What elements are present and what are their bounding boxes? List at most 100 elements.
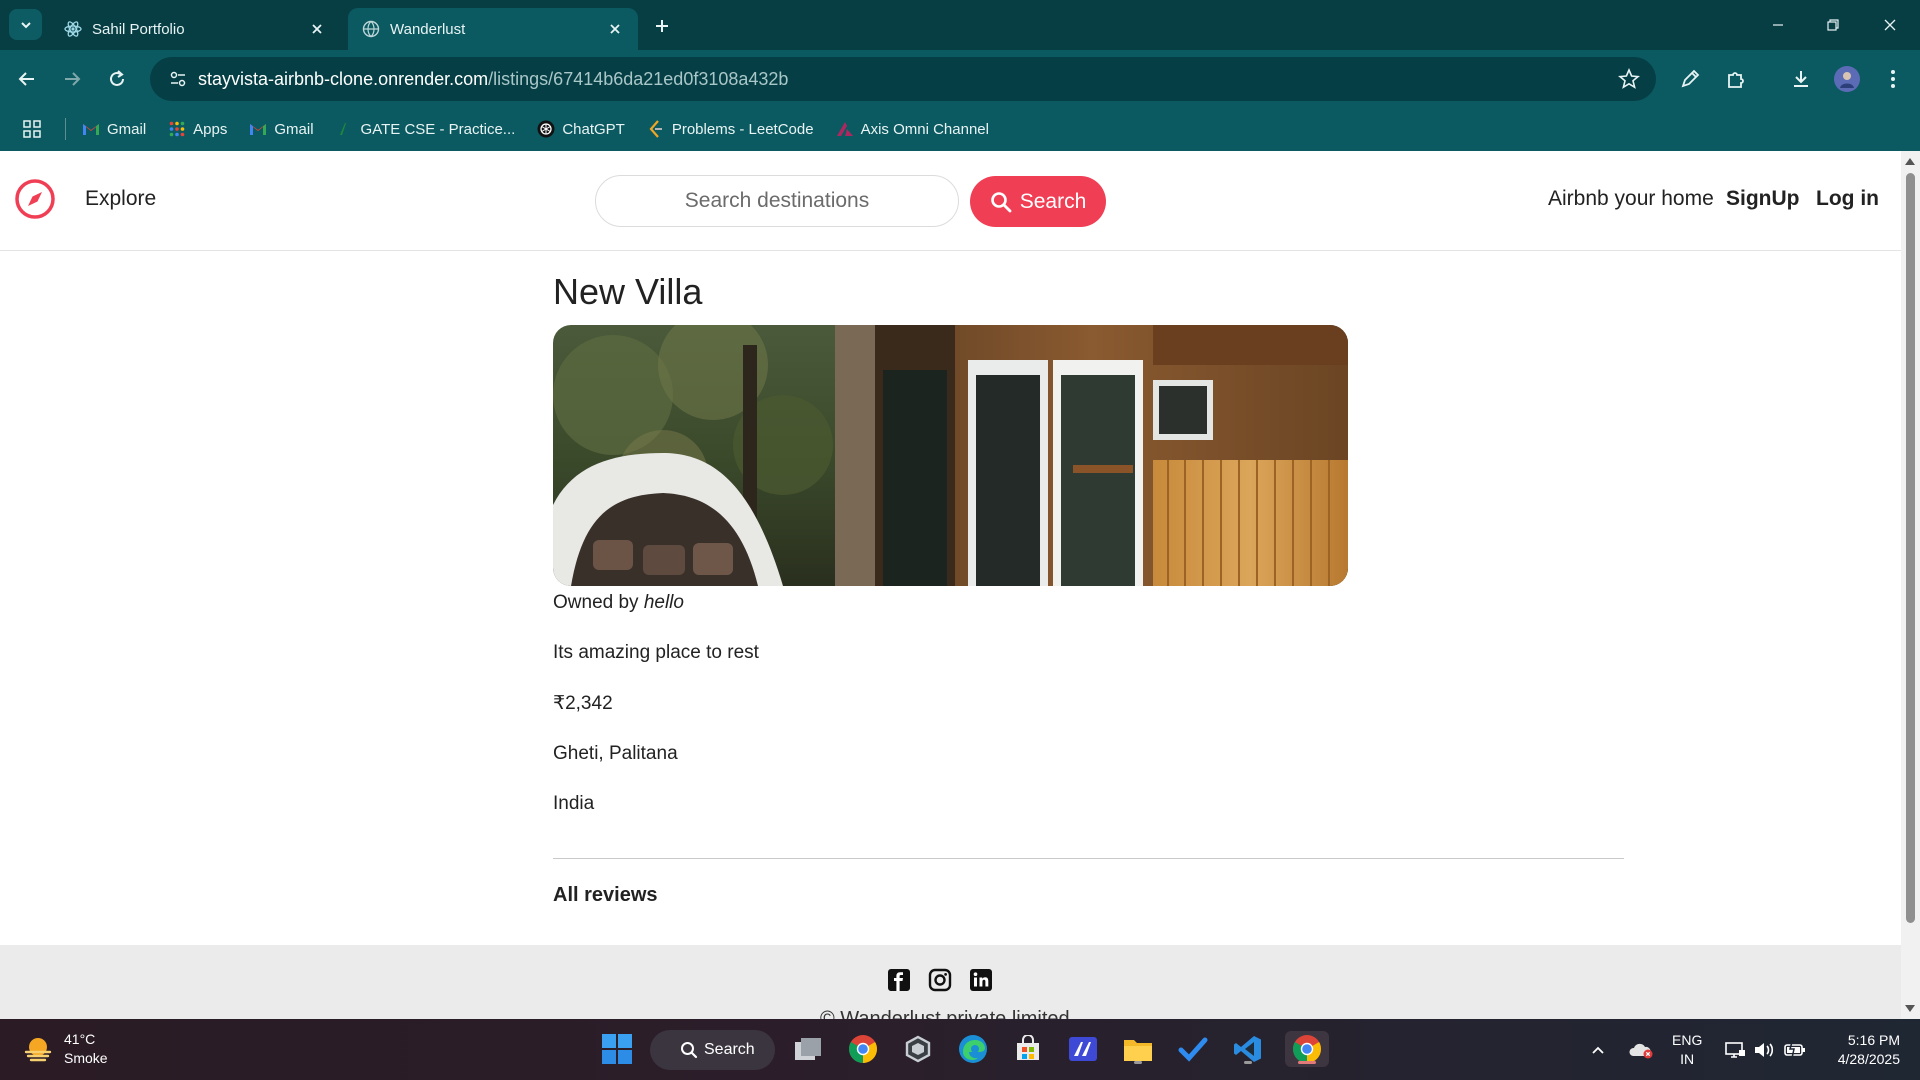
hexagon-app-icon[interactable]	[900, 1031, 936, 1067]
close-tab-icon[interactable]	[308, 20, 326, 38]
search-button[interactable]: Search	[970, 176, 1106, 227]
minimize-icon	[1773, 24, 1783, 26]
scroll-thumb[interactable]	[1906, 173, 1915, 923]
explore-link[interactable]: Explore	[85, 187, 156, 211]
bookmark-chatgpt[interactable]: ChatGPT	[537, 120, 625, 138]
facebook-icon[interactable]	[887, 968, 911, 992]
avatar	[1834, 66, 1860, 92]
reload-icon	[110, 70, 124, 86]
language-indicator[interactable]: ENG IN	[1672, 1031, 1702, 1069]
battery-icon[interactable]	[1783, 1019, 1807, 1080]
search-icon	[681, 1042, 698, 1059]
chevron-down-icon	[20, 21, 31, 28]
profile-avatar[interactable]	[1830, 62, 1864, 96]
reload-button[interactable]	[100, 62, 134, 96]
system-clock[interactable]: 5:16 PM 4/28/2025	[1825, 1031, 1900, 1069]
onedrive-error-icon[interactable]	[1628, 1019, 1654, 1080]
login-link[interactable]: Log in	[1816, 187, 1879, 211]
bookmark-gmail[interactable]: Gmail	[82, 120, 146, 138]
instagram-icon[interactable]	[928, 968, 952, 992]
language-code: ENG	[1672, 1032, 1703, 1048]
restore-icon	[1827, 19, 1839, 31]
menu-kebab-icon[interactable]	[1876, 62, 1910, 96]
scroll-down-arrow-icon[interactable]	[1905, 1005, 1915, 1012]
listing-detail: New Villa Owned by hello Its amazing pla…	[553, 271, 1624, 907]
bookmark-gate-cse[interactable]: GATE CSE - Practice...	[336, 120, 515, 138]
volume-icon[interactable]	[1753, 1019, 1775, 1080]
bookmark-label: ChatGPT	[562, 120, 625, 138]
plus-icon	[656, 20, 668, 32]
extensions-puzzle-icon[interactable]	[1719, 62, 1753, 96]
running-indicator	[1244, 1061, 1252, 1064]
site-footer: © Wanderlust private limited	[0, 945, 1901, 1019]
minimize-button[interactable]	[1758, 10, 1798, 40]
task-view-icon[interactable]	[790, 1031, 826, 1067]
download-icon[interactable]	[1784, 62, 1818, 96]
taskbar-search[interactable]: Search	[650, 1030, 775, 1070]
site-info-icon[interactable]	[158, 70, 198, 88]
arrow-right-icon	[65, 72, 81, 86]
linkedin-icon[interactable]	[969, 968, 993, 992]
stylus-app-icon[interactable]	[1065, 1031, 1101, 1067]
vscode-icon[interactable]	[1230, 1031, 1266, 1067]
bookmark-label: Apps	[193, 120, 228, 138]
search-button-label: Search	[1019, 189, 1087, 213]
tab-wanderlust[interactable]: Wanderlust	[348, 8, 638, 50]
close-tab-icon[interactable]	[606, 20, 624, 38]
bookmark-leetcode[interactable]: Problems - LeetCode	[647, 120, 814, 138]
microsoft-store-icon[interactable]	[1010, 1031, 1046, 1067]
url-host: stayvista-airbnb-clone.onrender.com	[198, 68, 489, 89]
tab-search-button[interactable]	[9, 9, 42, 40]
footer-copyright: © Wanderlust private limited	[820, 1008, 1070, 1019]
address-bar[interactable]: stayvista-airbnb-clone.onrender.com/list…	[150, 57, 1656, 101]
url-text: stayvista-airbnb-clone.onrender.com/list…	[198, 69, 788, 90]
file-explorer-icon[interactable]	[1120, 1031, 1156, 1067]
bookmark-axis-omni[interactable]: Axis Omni Channel	[836, 120, 989, 138]
leetcode-icon	[647, 120, 665, 138]
chevron-up-icon[interactable]	[1590, 1019, 1606, 1080]
todo-check-icon[interactable]	[1175, 1031, 1211, 1067]
browser-toolbar: stayvista-airbnb-clone.onrender.com/list…	[0, 50, 1920, 107]
active-window-indicator	[1298, 1061, 1316, 1064]
back-button[interactable]	[10, 62, 44, 96]
bookmark-gmail-2[interactable]: Gmail	[249, 120, 314, 138]
section-divider	[553, 858, 1624, 859]
page-scrollbar[interactable]	[1901, 151, 1920, 1019]
network-icon[interactable]	[1724, 1019, 1746, 1080]
chrome-icon[interactable]	[845, 1031, 881, 1067]
scroll-up-arrow-icon[interactable]	[1905, 158, 1915, 165]
all-reviews-heading: All reviews	[553, 884, 658, 906]
listing-price: ₹2,342	[553, 693, 613, 714]
forward-button[interactable]	[55, 62, 89, 96]
url-path: /listings/67414b6da21ed0f3108a432b	[488, 68, 789, 89]
restore-button[interactable]	[1813, 10, 1853, 40]
tab-sahil-portfolio[interactable]: Sahil Portfolio	[50, 8, 340, 50]
close-window-button[interactable]	[1870, 10, 1910, 40]
edge-icon[interactable]	[955, 1031, 991, 1067]
owner-name: hello	[643, 592, 684, 613]
listing-location: Gheti, Palitana	[553, 743, 678, 764]
windows-start-icon[interactable]	[601, 1033, 633, 1065]
chrome-active-icon[interactable]	[1285, 1031, 1329, 1067]
weather-widget[interactable]: 41°C Smoke	[22, 1030, 108, 1068]
bookmark-apps[interactable]: Apps	[168, 120, 227, 138]
bookmark-label: Axis Omni Channel	[860, 120, 989, 138]
new-tab-button[interactable]	[648, 12, 676, 40]
tab-title: Wanderlust	[390, 20, 466, 38]
edit-pen-icon[interactable]	[1673, 62, 1707, 96]
browser-chrome: Sahil Portfolio Wanderlust stayvista-air…	[0, 0, 1920, 151]
airbnb-your-home-link[interactable]: Airbnb your home	[1548, 187, 1714, 211]
clock-date: 4/28/2025	[1837, 1051, 1900, 1067]
globe-icon	[362, 20, 380, 38]
apps-grid-icon	[168, 120, 186, 138]
clock-time: 5:16 PM	[1847, 1032, 1900, 1048]
search-destinations-input[interactable]	[595, 175, 959, 227]
apps-shortcut-icon[interactable]	[17, 120, 47, 138]
signup-link[interactable]: SignUp	[1726, 187, 1800, 211]
star-bookmark-icon[interactable]	[1618, 67, 1640, 95]
taskbar-search-label: Search	[704, 1041, 755, 1058]
site-navbar: Explore Search Airbnb your home SignUp L…	[0, 151, 1901, 251]
compass-logo-icon[interactable]	[14, 178, 56, 220]
listing-owner: Owned by hello	[553, 592, 1624, 614]
tab-strip: Sahil Portfolio Wanderlust	[0, 0, 1920, 50]
